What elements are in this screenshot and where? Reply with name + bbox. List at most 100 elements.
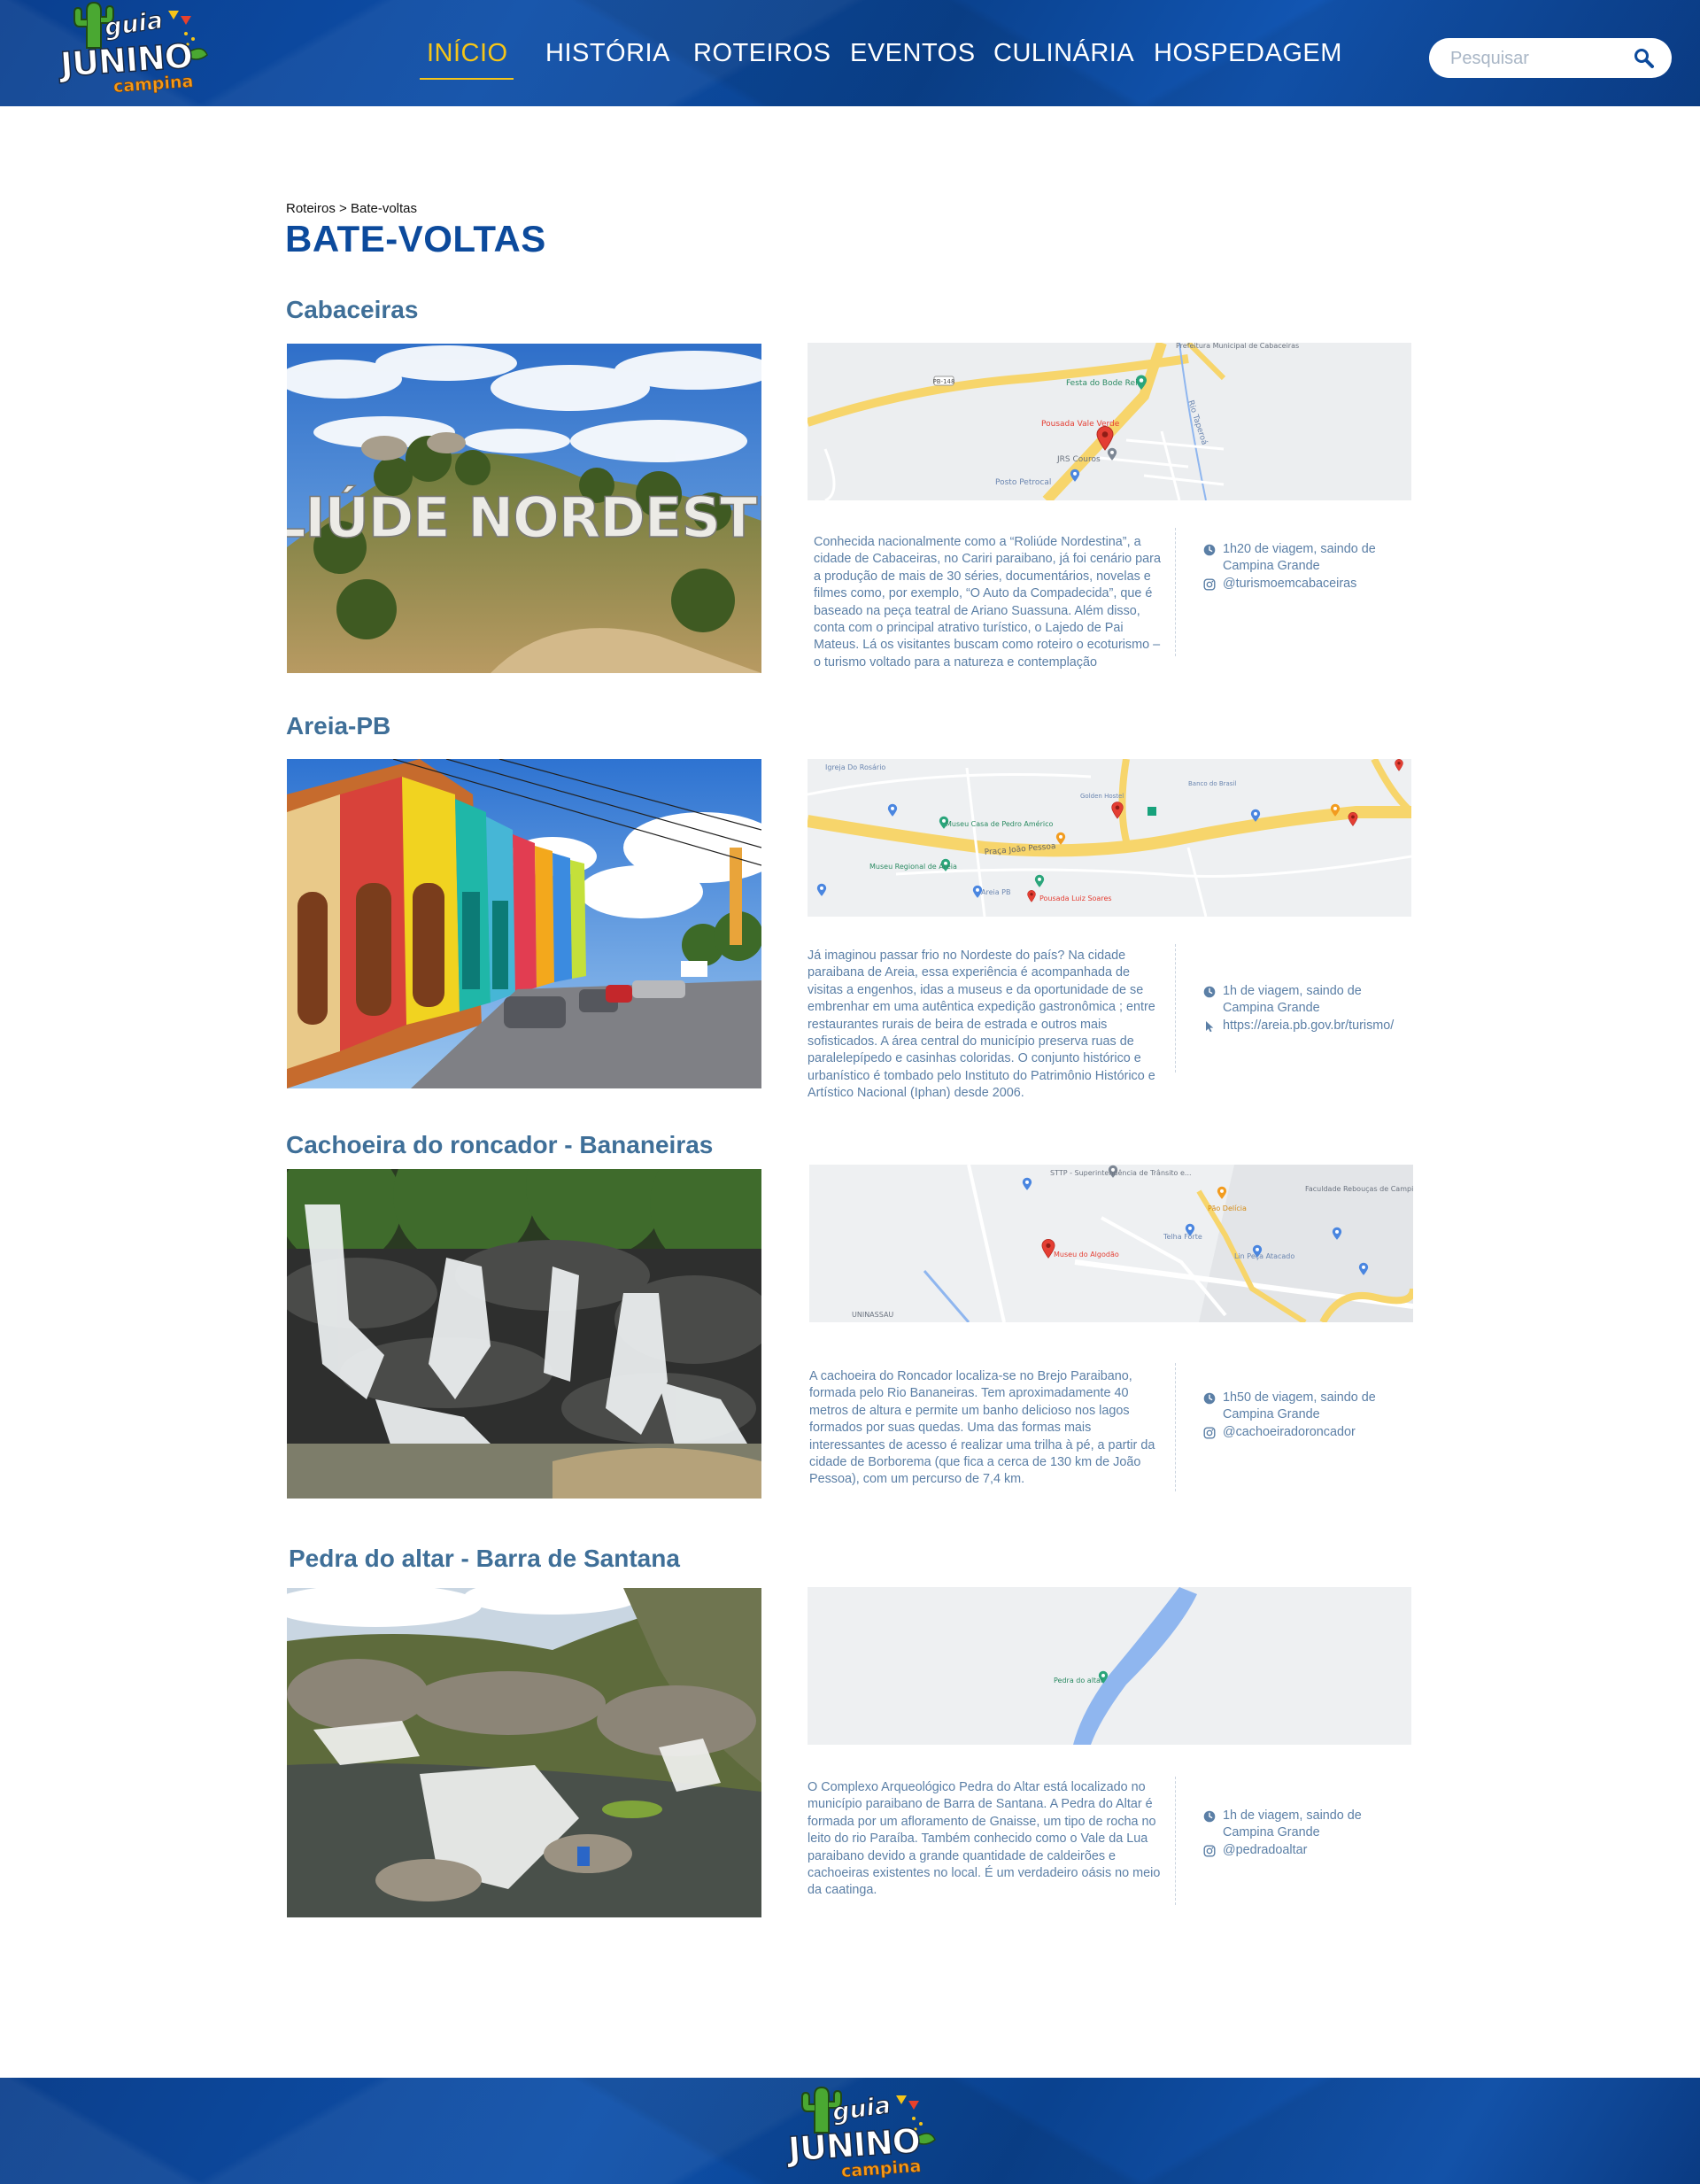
contact-row[interactable]: @cachoeiradoroncador <box>1203 1424 1407 1441</box>
roliude-sign-image: RULIÚDE NORDESTINA <box>287 344 761 673</box>
instagram-handle[interactable]: @cachoeiradoroncador <box>1223 1424 1356 1441</box>
travel-time-row: 1h de viagem, saindo de Campina Grande <box>1203 1808 1407 1842</box>
site-header: guia JUNINO campina INÍCIO HISTÓRIA ROTE… <box>0 0 1700 106</box>
section-description: A cachoeira do Roncador localiza-se no B… <box>809 1369 1155 1487</box>
footer-logo[interactable]: guia JUNINO campina <box>783 2085 942 2184</box>
dashed-divider <box>1175 528 1176 656</box>
guia-junino-logo[interactable]: guia JUNINO campina <box>55 0 214 99</box>
nav-item-historia[interactable]: HISTÓRIA <box>545 39 670 68</box>
svg-text:Faculdade Rebouças de Campina: Faculdade Rebouças de Campina Grande <box>1305 1185 1413 1193</box>
svg-text:UNINASSAU: UNINASSAU <box>852 1311 893 1319</box>
nav-item-label: EVENTOS <box>850 39 976 67</box>
contact-row[interactable]: https://areia.pb.gov.br/turismo/ <box>1203 1018 1407 1034</box>
map-image: Pedra do altar <box>808 1587 1411 1745</box>
active-nav-underline <box>420 78 514 80</box>
cabaceiras-map[interactable]: PB-148 Festa do Bode Rei Pousada Vale Ve… <box>808 343 1411 500</box>
roncador-photo <box>287 1169 761 1499</box>
svg-text:Pedra do altar: Pedra do altar <box>1054 1677 1104 1684</box>
dashed-divider <box>1175 1777 1176 1905</box>
page-title: BATE-VOLTAS <box>285 218 546 259</box>
section-description: Conhecida nacionalmente como a “Roliúde … <box>814 535 1161 670</box>
instagram-icon <box>1203 578 1216 591</box>
travel-time-row: 1h50 de viagem, saindo de Campina Grande <box>1203 1390 1407 1424</box>
instagram-icon <box>1203 1427 1216 1439</box>
section-info: 1h50 de viagem, saindo de Campina Grande… <box>1203 1390 1407 1441</box>
svg-text:Banco do Brasil: Banco do Brasil <box>1188 780 1236 787</box>
search-box <box>1429 38 1672 78</box>
map-image: STTP - Superintendência de Trânsito e...… <box>809 1165 1413 1322</box>
pedra-do-altar-photo <box>287 1588 761 1917</box>
areia-photo <box>287 759 761 1088</box>
nav-item-label: INÍCIO <box>427 39 508 67</box>
cursor-icon <box>1203 1020 1216 1033</box>
breadcrumb-current: Bate-voltas <box>350 201 418 216</box>
section-title: Cachoeira do roncador - Bananeiras <box>286 1131 714 1158</box>
svg-text:Pousada Vale Verde: Pousada Vale Verde <box>1041 420 1120 429</box>
travel-time-text: 1h de viagem, saindo de Campina Grande <box>1223 984 1362 1016</box>
svg-text:Telha Forte: Telha Forte <box>1163 1233 1202 1241</box>
travel-time-row: 1h20 de viagem, saindo de Campina Grande <box>1203 541 1407 576</box>
svg-text:Museu Casa de Pedro Américo: Museu Casa de Pedro Américo <box>946 819 1054 828</box>
site-footer: guia JUNINO campina <box>0 2078 1700 2184</box>
nav-item-label: ROTEIROS <box>693 39 831 67</box>
section-info: 1h20 de viagem, saindo de Campina Grande… <box>1203 541 1407 592</box>
svg-text:Golden Hostel: Golden Hostel <box>1080 793 1124 800</box>
nav-item-label: CULINÁRIA <box>993 39 1135 67</box>
nav-item-eventos[interactable]: EVENTOS <box>850 39 976 68</box>
river-rocks-image <box>287 1588 761 1917</box>
svg-text:Pão Delícia: Pão Delícia <box>1208 1204 1247 1212</box>
nav-item-hospedagem[interactable]: HOSPEDAGEM <box>1154 39 1342 68</box>
instagram-icon <box>1203 1845 1216 1857</box>
map-image: PB-148 Festa do Bode Rei Pousada Vale Ve… <box>808 343 1411 500</box>
dashed-divider <box>1175 1363 1176 1491</box>
svg-text:Pousada Luiz Soares: Pousada Luiz Soares <box>1039 895 1112 902</box>
svg-text:PB-148: PB-148 <box>933 378 955 385</box>
instagram-handle[interactable]: @turismoemcabaceiras <box>1223 576 1356 592</box>
pedra-do-altar-map[interactable]: Pedra do altar <box>808 1587 1411 1745</box>
svg-text:JRS Couros: JRS Couros <box>1056 455 1101 464</box>
travel-time-text: 1h20 de viagem, saindo de Campina Grande <box>1223 542 1376 574</box>
travel-time-row: 1h de viagem, saindo de Campina Grande <box>1203 983 1407 1018</box>
nav-item-inicio[interactable]: INÍCIO <box>420 39 514 80</box>
travel-time-text: 1h50 de viagem, saindo de Campina Grande <box>1223 1390 1376 1422</box>
svg-text:Museu do Algodão: Museu do Algodão <box>1054 1251 1119 1259</box>
breadcrumb-link-roteiros[interactable]: Roteiros <box>286 201 336 216</box>
svg-text:Igreja Do Rosário: Igreja Do Rosário <box>825 763 885 771</box>
roliude-sign-text: RULIÚDE NORDESTINA <box>287 485 761 550</box>
section-description: O Complexo Arqueológico Pedra do Altar e… <box>808 1780 1161 1898</box>
clock-icon <box>1203 544 1216 556</box>
breadcrumb-separator: > <box>335 201 351 216</box>
section-title: Cabaceiras <box>286 296 419 323</box>
section-info: 1h de viagem, saindo de Campina Grande @… <box>1203 1808 1407 1859</box>
website-link[interactable]: https://areia.pb.gov.br/turismo/ <box>1223 1018 1394 1034</box>
clock-icon <box>1203 986 1216 998</box>
map-image: Igreja Do Rosário Museu Casa de Pedro Am… <box>808 759 1411 917</box>
contact-row[interactable]: @pedradoaltar <box>1203 1842 1407 1859</box>
breadcrumb: Roteiros > Bate-voltas <box>286 201 417 216</box>
svg-text:Museu Regional de Areia: Museu Regional de Areia <box>869 863 957 871</box>
section-title: Areia-PB <box>286 712 391 740</box>
roncador-map[interactable]: STTP - Superintendência de Trânsito e...… <box>809 1165 1413 1322</box>
nav-item-roteiros[interactable]: ROTEIROS <box>693 39 831 68</box>
colorful-houses-image <box>287 759 761 1088</box>
svg-text:Areia PB: Areia PB <box>981 888 1011 896</box>
section-title: Pedra do altar - Barra de Santana <box>289 1545 680 1572</box>
svg-text:STTP - Superintendência de Trâ: STTP - Superintendência de Trânsito e... <box>1050 1168 1192 1177</box>
clock-icon <box>1203 1810 1216 1823</box>
svg-text:Festa do Bode Rei: Festa do Bode Rei <box>1066 379 1138 388</box>
travel-time-text: 1h de viagem, saindo de Campina Grande <box>1223 1808 1362 1840</box>
clock-icon <box>1203 1392 1216 1405</box>
section-info: 1h de viagem, saindo de Campina Grande h… <box>1203 983 1407 1034</box>
section-description: Já imaginou passar frio no Nordeste do p… <box>808 949 1155 1101</box>
nav-item-label: HISTÓRIA <box>545 39 670 67</box>
svg-text:Lin Peça Atacado: Lin Peça Atacado <box>1234 1252 1294 1260</box>
search-icon[interactable] <box>1633 47 1656 70</box>
nav-item-culinaria[interactable]: CULINÁRIA <box>993 39 1134 68</box>
cabaceiras-photo: RULIÚDE NORDESTINA <box>287 344 761 673</box>
waterfall-image <box>287 1169 761 1499</box>
contact-row[interactable]: @turismoemcabaceiras <box>1203 576 1407 592</box>
search-input[interactable] <box>1450 46 1627 71</box>
areia-map[interactable]: Igreja Do Rosário Museu Casa de Pedro Am… <box>808 759 1411 917</box>
instagram-handle[interactable]: @pedradoaltar <box>1223 1842 1307 1859</box>
dashed-divider <box>1175 944 1176 1073</box>
